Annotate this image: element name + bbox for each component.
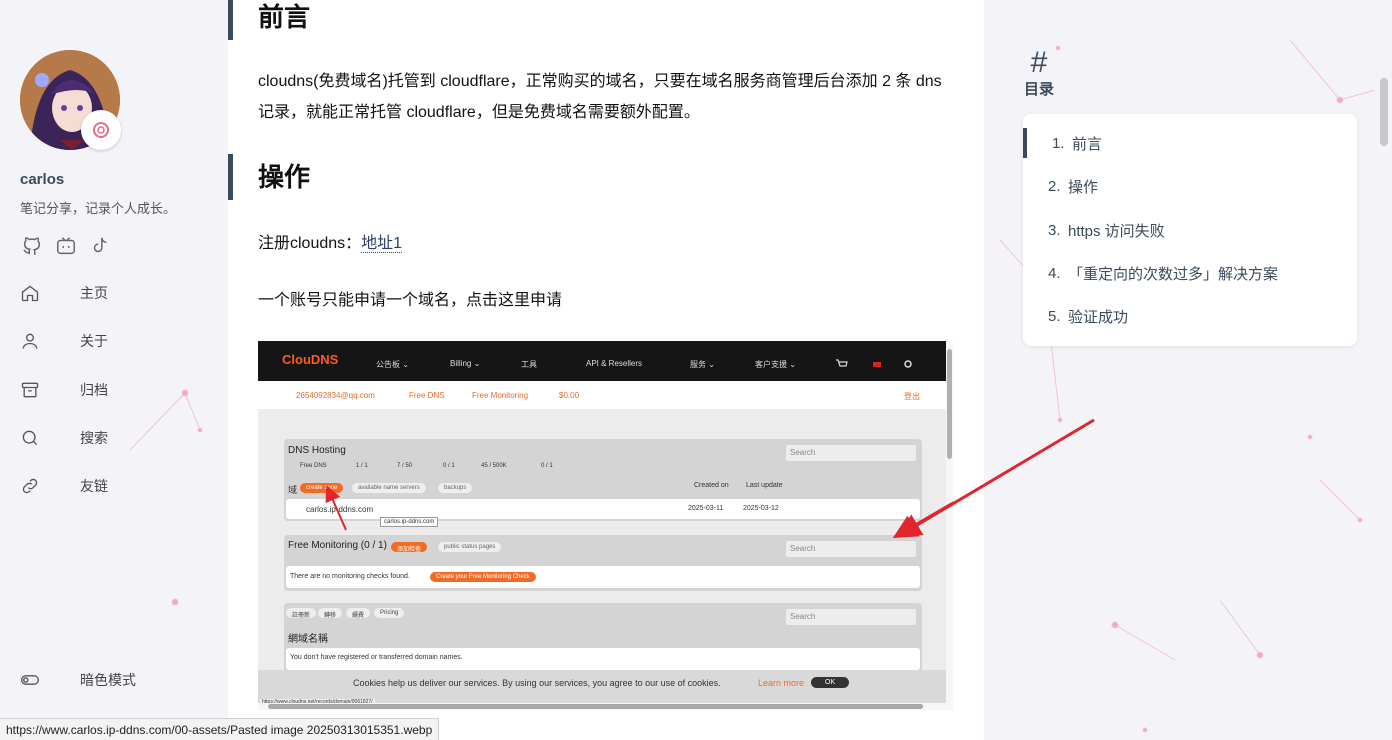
dark-mode-label: 暗色模式 (80, 672, 136, 688)
nav-label: 搜索 (80, 430, 108, 446)
user-icon (20, 331, 40, 351)
nav-item-archive[interactable]: 归档 (20, 376, 210, 404)
page-scrollbar-thumb[interactable] (1380, 78, 1388, 146)
home-icon (20, 283, 40, 303)
table-of-contents: 1. 前言 2. 操作 3. https 访问失败 4. 「重定向的次数过多」解决方案 … (1023, 114, 1357, 346)
nav-label: 关于 (80, 333, 108, 349)
toc-num: 4. (1048, 264, 1061, 282)
toc-title-text: 验证成功 (1068, 308, 1129, 326)
article: 前言 cloudns(免费域名)托管到 cloudflare，正常购买的域名，只… (228, 0, 984, 740)
dark-mode-toggle[interactable]: 暗色模式 (20, 666, 210, 694)
toc-num: 3. (1048, 221, 1061, 239)
sidebar: carlos 笔记分享，记录个人成长。 主页 关于 归档 搜索 友链 暗色模式 (0, 0, 228, 740)
toc-item-5[interactable]: 5. 验证成功 (1023, 301, 1357, 331)
toc-item-1[interactable]: 1. 前言 (1023, 128, 1357, 158)
annotation-arrow-large (896, 418, 1095, 538)
toc-title: 目录 (1024, 81, 1055, 98)
paragraph-register: 注册cloudns：地址1 (258, 228, 958, 259)
link-icon (20, 476, 40, 496)
toc-num: 5. (1048, 307, 1061, 325)
nav-label: 主页 (80, 285, 108, 301)
register-text: 注册cloudns： (258, 235, 362, 252)
toc-title-text: https 访问失败 (1068, 222, 1165, 240)
register-link[interactable]: 地址1 (361, 235, 403, 253)
bilibili-icon[interactable] (55, 235, 77, 257)
paragraph-one-account: 一个账号只能申请一个域名，点击这里申请 (258, 292, 563, 309)
paragraph-intro: cloudns(免费域名)托管到 cloudflare，正常购买的域名，只要在域… (258, 73, 942, 121)
heading-intro: 前言 (228, 0, 310, 40)
toc-item-4[interactable]: 4. 「重定向的次数过多」解决方案 (1023, 258, 1357, 288)
toc-title-text: 前言 (1072, 135, 1103, 153)
nav-item-about[interactable]: 关于 (20, 327, 210, 355)
toc-header: # 目录 (1024, 48, 1054, 99)
browser-status-url: https://www.carlos.ip-ddns.com/00-assets… (0, 718, 440, 740)
nav-item-home[interactable]: 主页 (20, 279, 210, 307)
toc-item-2[interactable]: 2. 操作 (1023, 171, 1357, 201)
motto: 笔记分享，记录个人成长。 (20, 201, 177, 216)
nav-item-links[interactable]: 友链 (20, 472, 210, 500)
nav-label: 友链 (80, 478, 108, 494)
archive-icon (20, 380, 40, 400)
toc-title-text: 「重定向的次数过多」解决方案 (1068, 265, 1279, 283)
nav-item-search[interactable]: 搜索 (20, 424, 210, 452)
github-icon[interactable] (21, 235, 43, 257)
username: carlos (20, 171, 65, 188)
toggle-icon (20, 670, 40, 690)
avatar-badge (81, 110, 121, 150)
toc-title-text: 操作 (1068, 178, 1099, 196)
nav-label: 归档 (80, 382, 108, 398)
search-icon (20, 428, 40, 448)
hash-icon: # (1030, 46, 1048, 79)
toc-item-3[interactable]: 3. https 访问失败 (1023, 215, 1357, 245)
toc-num: 1. (1052, 134, 1065, 152)
heading-operations: 操作 (228, 154, 310, 200)
annotation-arrows (325, 485, 953, 539)
article-image[interactable]: ClouDNS 公告板 ⌄ Billing ⌄ 工具 API & Reselle… (258, 341, 953, 710)
tiktok-icon[interactable] (89, 235, 111, 257)
toc-num: 2. (1048, 177, 1061, 195)
